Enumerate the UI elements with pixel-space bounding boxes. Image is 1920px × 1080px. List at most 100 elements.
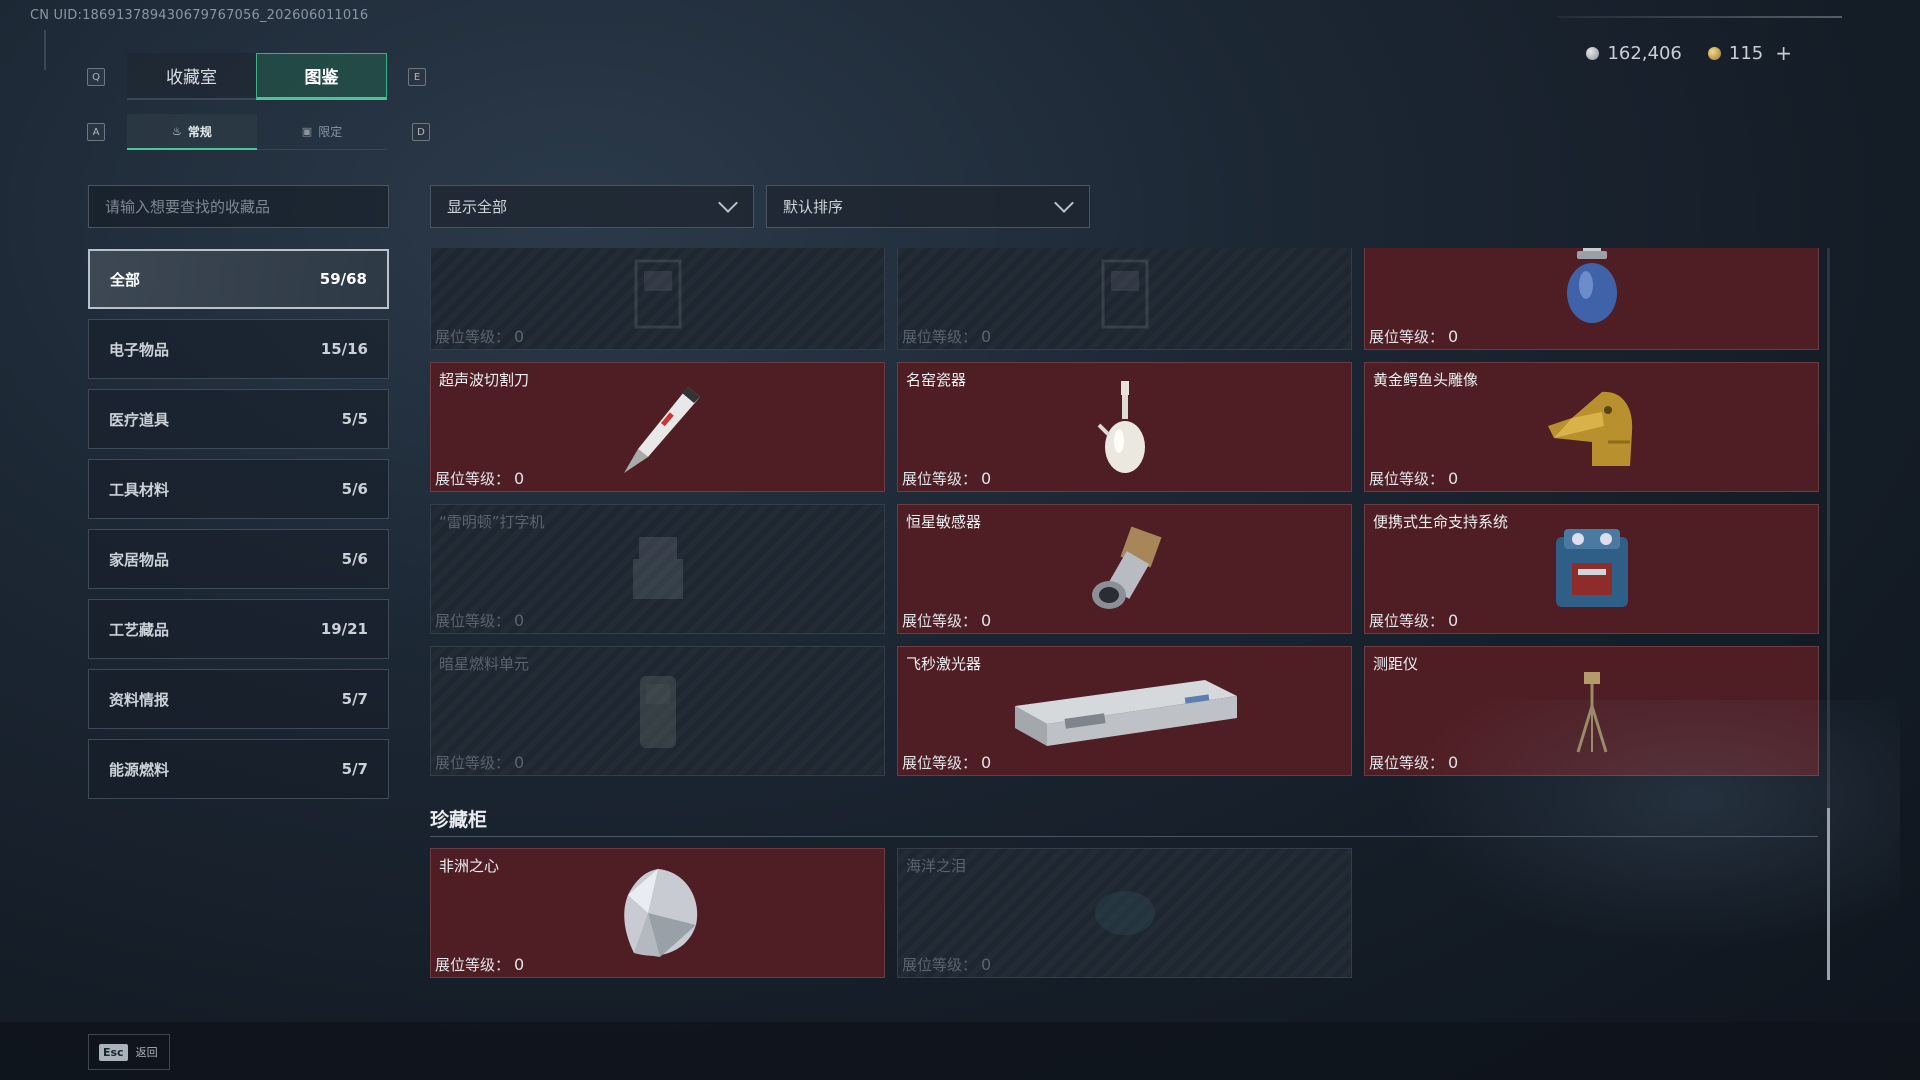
level-value: 0 bbox=[1448, 611, 1459, 630]
level-row: 展位等级： 0 bbox=[1369, 610, 1458, 631]
key-hint-a: A bbox=[87, 123, 105, 141]
category-count: 15/16 bbox=[320, 340, 368, 358]
level-value: 0 bbox=[981, 753, 992, 772]
collection-card[interactable]: 测距仪 展位等级： 0 bbox=[1364, 646, 1819, 776]
category-count: 5/7 bbox=[341, 690, 368, 708]
level-value: 0 bbox=[981, 955, 992, 974]
level-value: 0 bbox=[981, 611, 992, 630]
level-row: 展位等级： 0 bbox=[1369, 752, 1458, 773]
level-value: 0 bbox=[514, 753, 525, 772]
level-label: 展位等级： bbox=[1369, 612, 1445, 630]
category-electronics[interactable]: 电子物品 15/16 bbox=[88, 319, 389, 379]
scrollbar-thumb[interactable] bbox=[1827, 808, 1830, 980]
decorative-line bbox=[1557, 16, 1842, 18]
tab-catalog[interactable]: 图鉴 bbox=[256, 53, 387, 100]
level-label: 展位等级： bbox=[902, 754, 978, 772]
key-hint-e: E bbox=[408, 68, 426, 86]
bottom-bar bbox=[0, 1022, 1920, 1080]
collection-grid: 展位等级： 0 展位等级： 0 展位等级： 0 超声波切割刀 展位等级： 0 名窑瓷器 bbox=[430, 248, 1820, 778]
category-crafts[interactable]: 工艺藏品 19/21 bbox=[88, 599, 389, 659]
collection-card[interactable]: 海洋之泪 展位等级： 0 bbox=[897, 848, 1352, 978]
item-name: 超声波切割刀 bbox=[439, 371, 530, 389]
category-household[interactable]: 家居物品 5/6 bbox=[88, 529, 389, 589]
level-value: 0 bbox=[514, 327, 525, 346]
level-row: 展位等级： 0 bbox=[902, 954, 991, 975]
silver-currency: 162,406 bbox=[1586, 43, 1682, 64]
subtab-limited[interactable]: ▣ 限定 bbox=[257, 114, 387, 150]
level-label: 展位等级： bbox=[435, 612, 511, 630]
level-value: 0 bbox=[981, 327, 992, 346]
level-label: 展位等级： bbox=[902, 328, 978, 346]
level-value: 0 bbox=[1448, 327, 1459, 346]
laser-device-icon bbox=[1014, 680, 1237, 746]
level-label: 展位等级： bbox=[435, 470, 511, 488]
item-name: 便携式生命支持系统 bbox=[1373, 513, 1509, 531]
collection-card[interactable]: 展位等级： 0 bbox=[1364, 248, 1819, 350]
gold-crocodile-head-icon bbox=[1547, 391, 1632, 466]
collection-card[interactable]: 黄金鳄鱼头雕像 展位等级： 0 bbox=[1364, 362, 1819, 492]
level-row: 展位等级： 0 bbox=[435, 468, 524, 489]
gas-canister-icon bbox=[1566, 248, 1617, 324]
level-label: 展位等级： bbox=[1369, 470, 1445, 488]
category-count: 5/5 bbox=[341, 410, 368, 428]
level-row: 展位等级： 0 bbox=[435, 326, 524, 347]
level-row: 展位等级： 0 bbox=[902, 610, 991, 631]
level-label: 展位等级： bbox=[902, 956, 978, 974]
category-count: 59/68 bbox=[319, 270, 367, 288]
main-tabs: 收藏室 图鉴 bbox=[127, 53, 387, 100]
category-all[interactable]: 全部 59/68 bbox=[88, 249, 389, 309]
collection-card[interactable]: “雷明顿”打字机 展位等级： 0 bbox=[430, 504, 885, 634]
item-name: 飞秒激光器 bbox=[906, 655, 982, 673]
search-input[interactable] bbox=[105, 197, 388, 216]
plus-icon[interactable]: + bbox=[1775, 41, 1792, 65]
collection-card[interactable]: 便携式生命支持系统 展位等级： 0 bbox=[1364, 504, 1819, 634]
tab-collection-room[interactable]: 收藏室 bbox=[127, 53, 256, 100]
gold-coin-icon bbox=[1707, 46, 1721, 60]
level-label: 展位等级： bbox=[435, 328, 511, 346]
typewriter-icon bbox=[632, 537, 683, 599]
collection-card[interactable]: 暗星燃料单元 展位等级： 0 bbox=[430, 646, 885, 776]
decorative-line bbox=[44, 30, 46, 70]
item-name: 暗星燃料单元 bbox=[439, 655, 530, 673]
chevron-down-icon bbox=[718, 193, 738, 213]
level-row: 展位等级： 0 bbox=[435, 954, 524, 975]
collection-card[interactable]: 名窑瓷器 展位等级： 0 bbox=[897, 362, 1352, 492]
level-row: 展位等级： 0 bbox=[435, 610, 524, 631]
key-hint-d: D bbox=[412, 123, 430, 141]
back-button[interactable]: Esc 返回 bbox=[88, 1034, 170, 1070]
category-label: 电子物品 bbox=[109, 340, 170, 359]
gold-amount: 115 bbox=[1728, 42, 1764, 64]
collection-card[interactable]: 展位等级： 0 bbox=[430, 248, 885, 350]
flame-icon: ♨ bbox=[172, 124, 182, 138]
collection-card[interactable]: 恒星敏感器 展位等级： 0 bbox=[897, 504, 1352, 634]
category-intel[interactable]: 资料情报 5/7 bbox=[88, 669, 389, 729]
item-name: “雷明顿”打字机 bbox=[439, 513, 545, 531]
category-count: 5/6 bbox=[341, 550, 368, 568]
scrollbar[interactable] bbox=[1827, 248, 1830, 980]
subtab-regular[interactable]: ♨ 常规 bbox=[127, 114, 257, 150]
collection-card[interactable]: 超声波切割刀 展位等级： 0 bbox=[430, 362, 885, 492]
item-name: 非洲之心 bbox=[439, 857, 500, 875]
item-name: 名窑瓷器 bbox=[906, 371, 967, 389]
level-label: 展位等级： bbox=[1369, 328, 1445, 346]
level-label: 展位等级： bbox=[902, 470, 978, 488]
collection-card[interactable]: 非洲之心 展位等级： 0 bbox=[430, 848, 885, 978]
filter-dropdown[interactable]: 显示全部 bbox=[430, 185, 754, 228]
item-name: 海洋之泪 bbox=[906, 857, 967, 875]
level-row: 展位等级： 0 bbox=[435, 752, 524, 773]
subtab-label: 限定 bbox=[318, 125, 343, 139]
level-row: 展位等级： 0 bbox=[902, 752, 991, 773]
rangefinder-tripod-icon bbox=[1576, 672, 1607, 753]
diamond-icon bbox=[623, 869, 697, 957]
section-title-treasure: 珍藏柜 bbox=[430, 809, 488, 831]
category-tools[interactable]: 工具材料 5/6 bbox=[88, 459, 389, 519]
level-value: 0 bbox=[1448, 753, 1459, 772]
image-icon: ▣ bbox=[301, 125, 313, 138]
collection-card[interactable]: 展位等级： 0 bbox=[897, 248, 1352, 350]
category-count: 5/6 bbox=[341, 480, 368, 498]
category-medical[interactable]: 医疗道具 5/5 bbox=[88, 389, 389, 449]
collection-card[interactable]: 飞秒激光器 展位等级： 0 bbox=[897, 646, 1352, 776]
sort-dropdown[interactable]: 默认排序 bbox=[766, 185, 1090, 228]
level-row: 展位等级： 0 bbox=[902, 468, 991, 489]
category-energy[interactable]: 能源燃料 5/7 bbox=[88, 739, 389, 799]
